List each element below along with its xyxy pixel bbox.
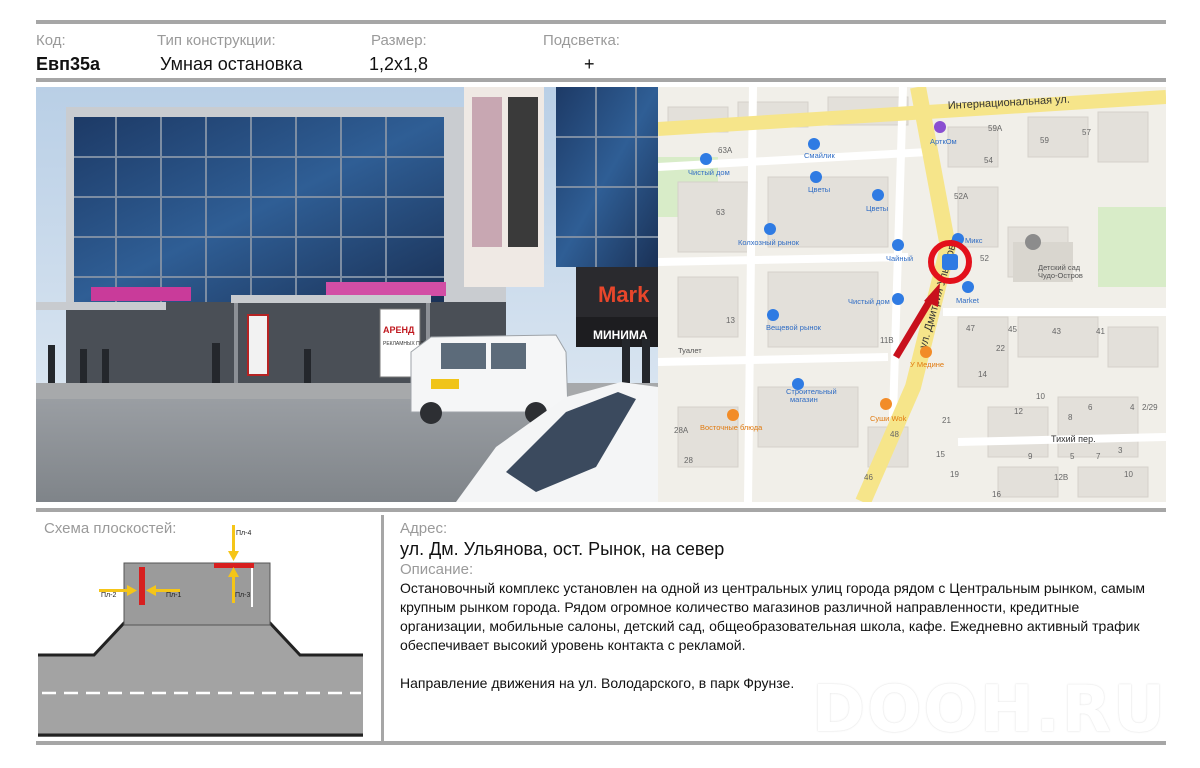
- place-veshchevoy: Вещевой рынок: [766, 323, 822, 332]
- house-number: 47: [966, 324, 975, 333]
- house-number: 4: [1130, 403, 1135, 412]
- plane-label-4: Пл-4: [236, 530, 251, 537]
- code-label: Код:: [36, 32, 66, 49]
- house-number: 8: [1068, 413, 1073, 422]
- house-number: 45: [1008, 325, 1017, 334]
- place-sushi: Суши Wok: [870, 414, 907, 423]
- light-label: Подсветка:: [543, 32, 620, 49]
- house-number: 22: [996, 344, 1005, 353]
- house-number: 10: [1124, 470, 1133, 479]
- site-photo: Mark МИНИМА АРЕНД РЕКЛАМНЫХ ПЛОСКОС: [36, 87, 658, 502]
- header-rule: [36, 78, 1166, 82]
- arenda-sign: АРЕНД: [383, 325, 415, 335]
- street-tikhiy: Тихий пер.: [1051, 434, 1096, 444]
- place-artkom: АрткОм: [930, 137, 957, 146]
- house-number: 54: [984, 156, 993, 165]
- place-tsvety-1: Цветы: [808, 185, 830, 194]
- place-chisty-dom-2: Чистый дом: [848, 297, 890, 306]
- house-number: 12В: [1054, 473, 1068, 482]
- house-number: 41: [1096, 327, 1105, 336]
- description-text: Остановочный комплекс установлен на одно…: [400, 580, 1146, 653]
- house-number: 59А: [988, 124, 1003, 133]
- place-tsvety-2: Цветы: [866, 204, 888, 213]
- house-number: 43: [1052, 327, 1061, 336]
- place-smaylik: Смайлик: [804, 151, 835, 160]
- plane-label-3: Пл-3: [235, 592, 250, 599]
- house-number: 9: [1028, 452, 1033, 461]
- vertical-separator: [381, 515, 384, 743]
- code-value: Евп35а: [36, 54, 100, 74]
- house-number: 52А: [954, 192, 969, 201]
- middle-rule: [36, 508, 1166, 512]
- house-number: 14: [978, 370, 987, 379]
- house-number: 63А: [718, 146, 733, 155]
- house-number: 15: [936, 450, 945, 459]
- house-number: 28А: [674, 426, 689, 435]
- place-u-medine: У Медине: [910, 360, 944, 369]
- top-rule: [36, 20, 1166, 24]
- place-miks: Микс: [965, 236, 983, 245]
- house-number: 6: [1088, 403, 1093, 412]
- house-number: 12: [1014, 407, 1023, 416]
- house-number: 11В: [880, 336, 894, 345]
- place-kolkhozny: Колхозный рынок: [738, 238, 800, 247]
- house-number: 19: [950, 470, 959, 479]
- market-sign: Mark: [598, 282, 650, 307]
- description-label: Описание:: [400, 561, 474, 578]
- place-vostochnye: Восточные блюда: [700, 423, 763, 432]
- house-number: 13: [726, 316, 735, 325]
- location-map: Интернациональная ул. ул. Дмитрия Ульяно…: [658, 87, 1166, 502]
- info-panel: Адрес: ул. Дм. Ульянова, ост. Рынок, на …: [400, 520, 1160, 693]
- house-number: 48: [890, 430, 899, 439]
- place-stroitelny-2: магазин: [790, 395, 818, 404]
- bottom-rule: [36, 741, 1166, 745]
- light-value: +: [584, 54, 595, 74]
- address-label: Адрес:: [400, 520, 448, 537]
- planes-schema: Схема плоскостей: Пл-1 Пл-2 Пл-3 Пл-4: [36, 515, 381, 743]
- house-number: 46: [864, 473, 873, 482]
- place-market: Market: [956, 296, 980, 305]
- house-number: 21: [942, 416, 951, 425]
- size-label: Размер:: [371, 32, 427, 49]
- house-number: 16: [992, 490, 1001, 499]
- house-number: 7: [1096, 452, 1101, 461]
- type-value: Умная остановка: [160, 54, 303, 74]
- house-number: 59: [1040, 136, 1049, 145]
- house-number: 2/29: [1142, 403, 1158, 412]
- place-chayny: Чайный: [886, 254, 913, 263]
- minimum-sign: МИНИМА: [593, 328, 648, 342]
- plane-label-2: Пл-2: [101, 592, 116, 599]
- house-number: 63: [716, 208, 725, 217]
- place-tualet: Туалет: [678, 346, 702, 355]
- watermark-logo: DOOH.RU: [812, 673, 1168, 747]
- address-value: ул. Дм. Ульянова, ост. Рынок, на север: [400, 539, 725, 559]
- house-number: 3: [1118, 446, 1123, 455]
- place-detsad-2: Чудо-Остров: [1038, 271, 1083, 280]
- house-number: 10: [1036, 392, 1045, 401]
- house-number: 57: [1082, 128, 1091, 137]
- type-label: Тип конструкции:: [157, 32, 276, 49]
- size-value: 1,2х1,8: [369, 54, 429, 74]
- house-number: 52: [980, 254, 989, 263]
- place-chisty-dom-1: Чистый дом: [688, 168, 730, 177]
- house-number: 28: [684, 456, 693, 465]
- plane-label-1: Пл-1: [166, 592, 181, 599]
- house-number: 5: [1070, 452, 1075, 461]
